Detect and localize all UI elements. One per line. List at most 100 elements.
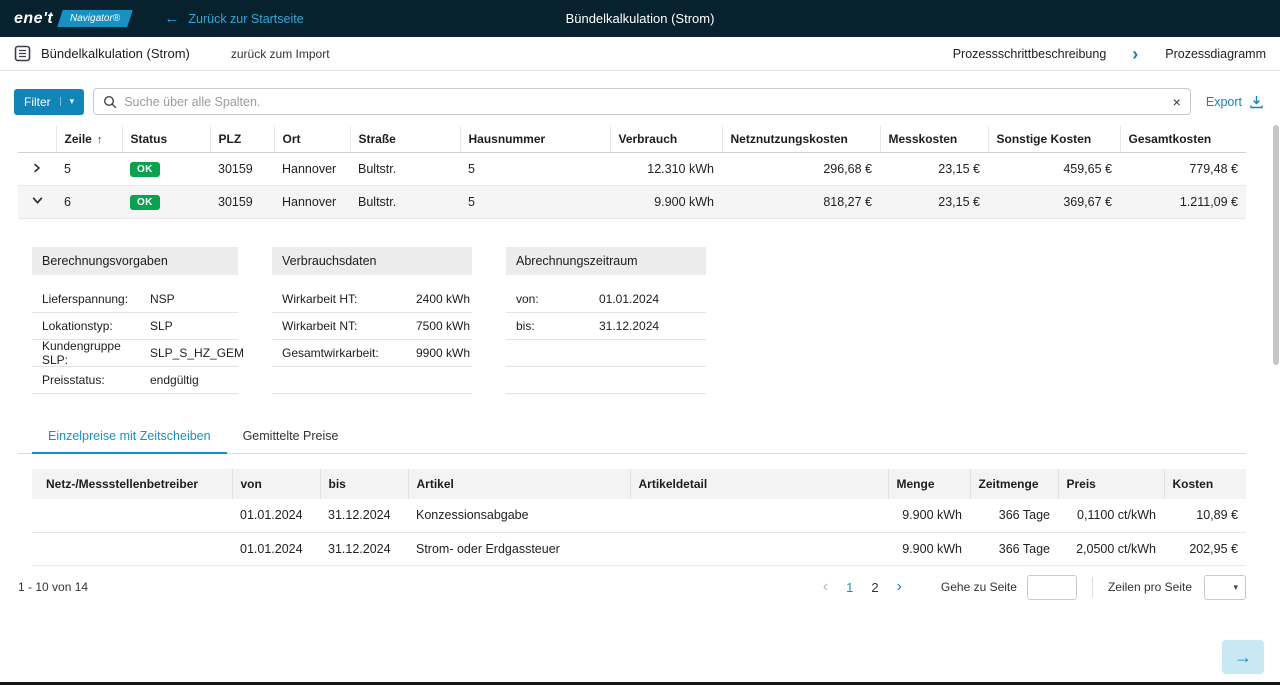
- row-range-label: 1 - 10 von 14: [18, 580, 88, 594]
- search-icon: [103, 95, 117, 109]
- detail-row: Lieferspannung: NSP: [32, 286, 238, 313]
- panel-verbrauchsdaten: Verbrauchsdaten Wirkarbeit HT: 2400 kWh …: [272, 247, 472, 394]
- cell-menge: 9.900 kWh: [888, 532, 970, 565]
- tab-back-to-import[interactable]: zurück zum Import: [209, 47, 352, 61]
- cell-zeitmenge: 366 Tage: [970, 532, 1058, 565]
- page: ene't Navigator® ← Zurück zur Startseite…: [0, 0, 1280, 685]
- cell-netznutzungskosten: 296,68 €: [722, 153, 880, 186]
- panel-berechnungsvorgaben: Berechnungsvorgaben Lieferspannung: NSP …: [32, 247, 238, 394]
- column-header-kosten: Kosten: [1164, 469, 1246, 499]
- vertical-scrollbar[interactable]: [1273, 125, 1279, 365]
- panel-title: Berechnungsvorgaben: [32, 247, 238, 275]
- column-header-verbrauch[interactable]: Verbrauch: [610, 126, 722, 153]
- column-header-zeitmenge: Zeitmenge: [970, 469, 1058, 499]
- detail-row: Preisstatus: endgültig: [32, 367, 238, 394]
- cell-artikeldetail: [630, 499, 888, 532]
- detail-row: Wirkarbeit NT: 7500 kWh: [272, 313, 472, 340]
- logo-text: ene't: [14, 10, 53, 28]
- cell-messkosten: 23,15 €: [880, 153, 988, 186]
- module-icon: [14, 45, 31, 62]
- row-detail-section: Berechnungsvorgaben Lieferspannung: NSP …: [32, 247, 1280, 394]
- column-header-strasse[interactable]: Straße: [350, 126, 460, 153]
- column-header-hausnummer[interactable]: Hausnummer: [460, 126, 610, 153]
- cell-preis: 0,1100 ct/kWh: [1058, 499, 1164, 532]
- process-chevron-icon[interactable]: ›: [1120, 45, 1150, 63]
- filter-bar: Filter ▾ × Export: [14, 88, 1264, 115]
- top-bar: ene't Navigator® ← Zurück zur Startseite…: [0, 0, 1280, 37]
- cell-netzbetreiber: [32, 532, 232, 565]
- cell-sonstige-kosten: 369,67 €: [988, 186, 1120, 219]
- back-to-start-link[interactable]: ← Zurück zur Startseite: [164, 11, 303, 26]
- column-header-status[interactable]: Status: [122, 126, 210, 153]
- cell-von: 01.01.2024: [232, 499, 320, 532]
- column-header-gesamtkosten[interactable]: Gesamtkosten: [1120, 126, 1246, 153]
- arrow-right-icon: →: [1234, 647, 1252, 668]
- cell-plz: 30159: [210, 186, 274, 219]
- column-header-von: von: [232, 469, 320, 499]
- detail-row: von: 01.01.2024: [506, 286, 706, 313]
- filter-button[interactable]: Filter ▾: [14, 89, 84, 115]
- cell-verbrauch: 9.900 kWh: [610, 186, 722, 219]
- rows-per-page-select[interactable]: ▾: [1204, 575, 1246, 600]
- cell-menge: 9.900 kWh: [888, 499, 970, 532]
- expand-row-button[interactable]: [18, 153, 56, 186]
- panel-abrechnungszeitraum: Abrechnungszeitraum von: 01.01.2024 bis:…: [506, 247, 706, 394]
- next-step-button[interactable]: →: [1222, 640, 1264, 674]
- cell-zeitmenge: 366 Tage: [970, 499, 1058, 532]
- appbar-left: Bündelkalkulation (Strom) zurück zum Imp…: [0, 37, 353, 70]
- process-step-description-link[interactable]: Prozessschrittbeschreibung: [939, 47, 1121, 61]
- column-header-artikeldetail: Artikeldetail: [630, 469, 888, 499]
- sort-asc-icon: ↑: [97, 134, 103, 146]
- cell-plz: 30159: [210, 153, 274, 186]
- app-bar: Bündelkalkulation (Strom) zurück zum Imp…: [0, 37, 1280, 71]
- column-header-artikel: Artikel: [408, 469, 630, 499]
- back-link-label: Zurück zur Startseite: [188, 12, 303, 26]
- cell-ort: Hannover: [274, 186, 350, 219]
- chevron-down-icon: ▾: [60, 97, 75, 106]
- filter-button-label: Filter: [24, 95, 60, 109]
- column-header-netznutzungskosten[interactable]: Netznutzungskosten: [722, 126, 880, 153]
- search-box: ×: [93, 88, 1191, 115]
- cell-messkosten: 23,15 €: [880, 186, 988, 219]
- column-header-ort[interactable]: Ort: [274, 126, 350, 153]
- cell-preis: 2,0500 ct/kWh: [1058, 532, 1164, 565]
- page-button-2[interactable]: 2: [862, 580, 887, 595]
- column-header-plz[interactable]: PLZ: [210, 126, 274, 153]
- page-button-1[interactable]: 1: [837, 580, 862, 595]
- cell-artikeldetail: [630, 532, 888, 565]
- navigator-badge: Navigator®: [57, 10, 133, 27]
- tab-gemittelte-preise[interactable]: Gemittelte Preise: [227, 425, 355, 454]
- column-header-zeile[interactable]: Zeile↑: [56, 126, 122, 153]
- collapse-row-button[interactable]: [18, 186, 56, 219]
- process-diagram-link[interactable]: Prozessdiagramm: [1151, 47, 1280, 61]
- rows-per-page-label: Zeilen pro Seite: [1108, 580, 1192, 594]
- pager: ‹ 1 2 › Gehe zu Seite Zeilen pro Seite ▾: [814, 575, 1246, 600]
- expander-column-header: [18, 126, 56, 153]
- tab-einzelpreise[interactable]: Einzelpreise mit Zeitscheiben: [32, 425, 227, 454]
- cell-netzbetreiber: [32, 499, 232, 532]
- column-header-messkosten[interactable]: Messkosten: [880, 126, 988, 153]
- divider: [1092, 577, 1093, 597]
- cell-bis: 31.12.2024: [320, 532, 408, 565]
- detail-row: Gesamtwirkarbeit: 9900 kWh: [272, 340, 472, 367]
- result-table-header-row: Zeile↑ Status PLZ Ort Straße Hausnummer …: [18, 126, 1246, 153]
- next-page-icon[interactable]: ›: [888, 578, 911, 596]
- cell-hausnummer: 5: [460, 186, 610, 219]
- column-header-preis: Preis: [1058, 469, 1164, 499]
- column-header-bis: bis: [320, 469, 408, 499]
- cell-strasse: Bultstr.: [350, 153, 460, 186]
- detail-row: Wirkarbeit HT: 2400 kWh: [272, 286, 472, 313]
- cell-artikel: Konzessionsabgabe: [408, 499, 630, 532]
- clear-search-icon[interactable]: ×: [1173, 95, 1181, 109]
- pagination-bar: 1 - 10 von 14 ‹ 1 2 › Gehe zu Seite Zeil…: [18, 575, 1246, 600]
- export-button[interactable]: Export: [1206, 95, 1264, 109]
- search-input[interactable]: [124, 95, 1165, 109]
- cell-gesamtkosten: 779,48 €: [1120, 153, 1246, 186]
- goto-page-input[interactable]: [1027, 575, 1077, 600]
- column-header-sonstige-kosten[interactable]: Sonstige Kosten: [988, 126, 1120, 153]
- back-arrow-icon: ←: [164, 11, 179, 26]
- appbar-right: Prozessschrittbeschreibung › Prozessdiag…: [939, 37, 1280, 70]
- detail-row-empty: [506, 340, 706, 367]
- cell-strasse: Bultstr.: [350, 186, 460, 219]
- previous-page-icon[interactable]: ‹: [814, 578, 837, 596]
